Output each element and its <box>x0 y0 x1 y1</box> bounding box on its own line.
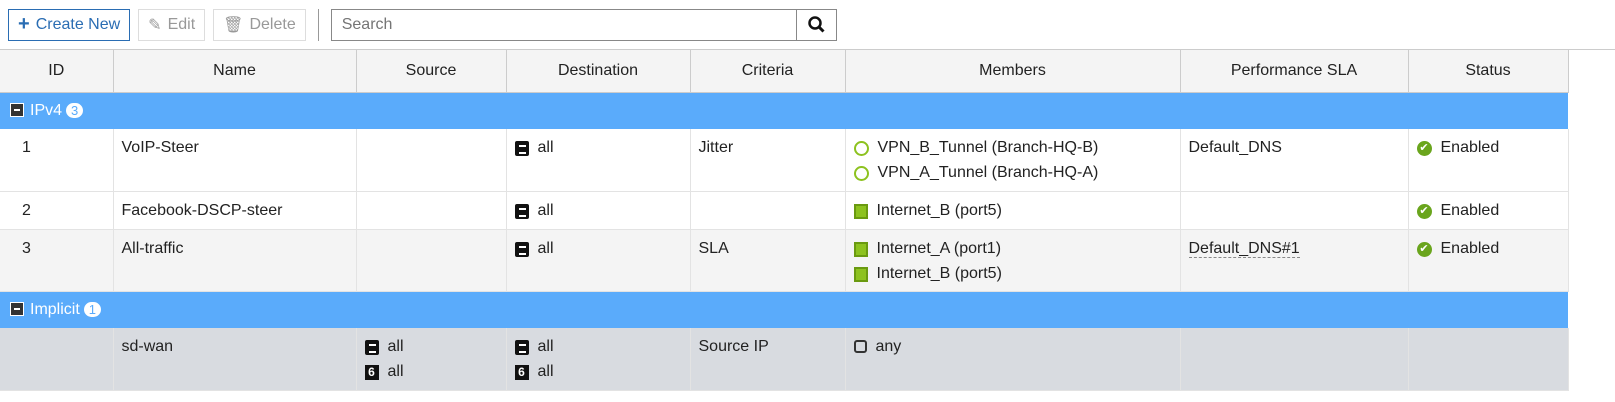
delete-button[interactable]: 🗑 Delete <box>213 8 306 41</box>
status-cell: ✔ Enabled <box>1408 229 1569 292</box>
status-cell <box>1408 328 1569 391</box>
table-row[interactable]: sd-wan all 6 all all 6 all Source IP any <box>0 328 1569 391</box>
members-cell: Internet_B (port5) <box>845 191 1181 230</box>
interface-port-icon <box>853 266 868 282</box>
status-text: Enabled <box>1440 139 1500 156</box>
status-cell: ✔ Enabled <box>1408 191 1569 230</box>
any-interface-icon <box>853 340 867 353</box>
name-cell: VoIP-Steer <box>113 129 357 192</box>
list-item[interactable]: Internet_B (port5) <box>853 202 1172 227</box>
address-icon <box>514 141 529 156</box>
count-badge: 1 <box>83 301 102 317</box>
search-icon <box>807 16 825 33</box>
trash-icon: 🗑 <box>223 16 244 34</box>
search-input[interactable] <box>331 9 796 40</box>
id-cell: 3 <box>0 229 114 292</box>
id-cell: 2 <box>0 191 114 230</box>
source-cell: all 6 all <box>356 328 507 391</box>
list-item[interactable]: any <box>853 338 1172 363</box>
members-cell: Internet_A (port1) Internet_B (port5) <box>845 229 1181 292</box>
list-item[interactable]: VPN_B_Tunnel (Branch-HQ-B) <box>853 139 1172 164</box>
id-cell: 1 <box>0 129 114 192</box>
column-header-criteria[interactable]: Criteria <box>690 50 846 93</box>
destination-cell: all 6 all <box>506 328 691 391</box>
address-icon <box>364 340 379 355</box>
status-text: Enabled <box>1440 239 1500 257</box>
column-header-status[interactable]: Status <box>1408 50 1569 93</box>
column-header-members[interactable]: Members <box>845 50 1181 93</box>
criteria-cell: Jitter <box>690 129 846 192</box>
column-header-source[interactable]: Source <box>356 50 507 93</box>
list-item[interactable]: all <box>514 202 682 227</box>
performance-sla[interactable]: Default_DNS <box>1189 139 1282 156</box>
interface-port-icon <box>853 203 868 219</box>
column-header-name[interactable]: Name <box>113 50 357 93</box>
create-new-button[interactable]: + Create New <box>8 8 131 41</box>
check-circle-icon: ✔ <box>1416 141 1432 156</box>
list-item[interactable]: Internet_A (port1) <box>853 240 1172 265</box>
list-item[interactable]: all <box>364 338 498 363</box>
collapse-icon[interactable] <box>10 301 24 316</box>
interface-port-icon <box>853 241 868 257</box>
members-cell: VPN_B_Tunnel (Branch-HQ-B) VPN_A_Tunnel (… <box>845 129 1181 192</box>
search-button[interactable] <box>795 9 836 40</box>
vpn-tunnel-icon <box>853 166 869 181</box>
criteria-cell: Source IP <box>690 328 846 391</box>
id-cell <box>0 328 114 391</box>
list-item[interactable]: Internet_B (port5) <box>853 265 1172 290</box>
list-item[interactable]: all <box>514 338 682 363</box>
performance-sla[interactable]: Default_DNS#1 <box>1188 239 1300 258</box>
status-text: Enabled <box>1440 201 1500 219</box>
address-icon <box>514 203 529 219</box>
sdwan-rules-table: ID Name Source Destination Criteria Members Pe… <box>0 50 1569 391</box>
column-header-destination[interactable]: Destination <box>506 50 691 93</box>
collapse-icon[interactable] <box>10 102 24 117</box>
pencil-icon: ✎ <box>148 16 162 34</box>
source-cell <box>356 229 507 292</box>
ipv6-address-icon: 6 <box>514 365 529 380</box>
status-cell: ✔ Enabled <box>1408 129 1569 192</box>
name-cell: All-traffic <box>113 229 357 292</box>
check-circle-icon: ✔ <box>1416 241 1432 257</box>
list-item[interactable]: all <box>514 139 682 164</box>
name-cell: Facebook-DSCP-steer <box>113 191 357 230</box>
count-badge: 3 <box>66 102 84 118</box>
plus-icon: + <box>18 13 30 35</box>
destination-cell: all <box>506 229 691 292</box>
sla-cell: Default_DNS <box>1180 129 1409 192</box>
address-icon <box>514 340 529 355</box>
sla-cell <box>1180 191 1409 230</box>
members-cell: any <box>845 328 1181 391</box>
edit-button[interactable]: ✎ Edit <box>138 8 206 41</box>
list-item[interactable]: 6 all <box>514 363 682 388</box>
toolbar: + Create New ✎ Edit 🗑 Delete <box>0 0 1615 50</box>
name-cell: sd-wan <box>113 328 357 391</box>
table-row[interactable]: 3 All-traffic all SLA Internet_A (port1)… <box>0 229 1569 292</box>
criteria-cell <box>690 191 846 230</box>
address-icon <box>514 241 529 257</box>
table-row[interactable]: 1 VoIP-Steer all Jitter VPN_B_Tunnel (Br… <box>0 129 1569 192</box>
sla-cell <box>1180 328 1409 391</box>
check-circle-icon: ✔ <box>1416 203 1432 219</box>
destination-cell: all <box>506 129 691 192</box>
list-item[interactable]: VPN_A_Tunnel (Branch-HQ-A) <box>853 164 1172 189</box>
source-cell <box>356 191 507 230</box>
divider <box>317 8 319 41</box>
sla-cell: Default_DNS#1 <box>1180 229 1409 292</box>
criteria-cell: SLA <box>690 229 846 292</box>
group-header-implicit[interactable]: Implicit 1 <box>0 291 1568 328</box>
table-row[interactable]: 2 Facebook-DSCP-steer all Internet_B (po… <box>0 191 1569 230</box>
column-header-performance-sla[interactable]: Performance SLA <box>1180 50 1409 93</box>
destination-cell: all <box>506 191 691 230</box>
list-item[interactable]: all <box>514 240 682 265</box>
search-box <box>330 8 837 41</box>
column-header-id[interactable]: ID <box>0 50 114 93</box>
group-header-ipv4[interactable]: IPv4 3 <box>0 92 1568 129</box>
list-item[interactable]: 6 all <box>364 363 498 388</box>
vpn-tunnel-icon <box>853 141 869 156</box>
ipv6-address-icon: 6 <box>364 365 379 380</box>
source-cell <box>356 129 507 192</box>
